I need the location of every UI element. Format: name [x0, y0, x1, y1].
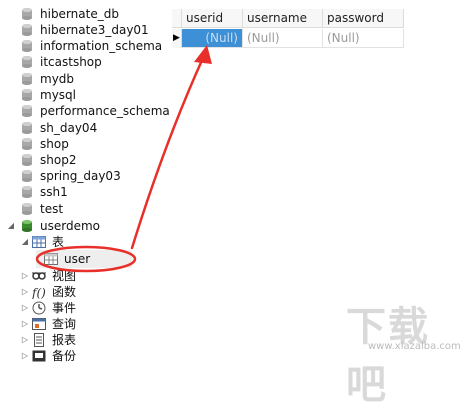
tree-item-label: test [40, 202, 64, 216]
database-icon [20, 104, 34, 118]
database-icon [20, 39, 34, 53]
tree-item-label: 函数 [52, 285, 77, 299]
tree-item-label: 报表 [52, 333, 77, 347]
expand-triangle-icon[interactable]: ▷ [20, 316, 30, 332]
expand-triangle-icon[interactable]: ▷ [20, 268, 30, 284]
grid-cell-password[interactable]: (Null) [323, 29, 404, 48]
database-icon [20, 88, 34, 102]
table-icon [44, 252, 58, 266]
database-icon [20, 169, 34, 183]
grid-cell-username[interactable]: (Null) [243, 29, 323, 48]
tree-item-label: mydb [40, 72, 75, 86]
report-icon [32, 333, 46, 347]
expand-triangle-icon[interactable]: ▷ [20, 300, 30, 316]
tree-item-label: shop2 [40, 153, 77, 167]
watermark-url: www.xiazaiba.com [368, 341, 461, 352]
grid-cell-userid[interactable]: (Null) [182, 29, 243, 48]
database-icon [20, 72, 34, 86]
tree-item-label: 视图 [52, 269, 77, 283]
database-open-icon [20, 219, 34, 233]
database-icon [20, 7, 34, 21]
tree-item-label: 备份 [52, 349, 77, 363]
database-icon [20, 185, 34, 199]
object-tree: hibernate_db hibernate3_day01 informatio… [0, 0, 170, 363]
collapse-triangle-icon[interactable]: ◢ [6, 218, 16, 234]
row-header-corner [172, 9, 182, 28]
backup-icon [32, 349, 46, 363]
tree-item-label: userdemo [40, 219, 100, 233]
expand-triangle-icon[interactable]: ▷ [20, 348, 30, 364]
expand-triangle-icon[interactable]: ▷ [20, 332, 30, 348]
database-icon [20, 121, 34, 135]
column-header-userid[interactable]: userid [182, 9, 243, 28]
database-icon [20, 137, 34, 151]
expand-triangle-icon[interactable]: ▷ [20, 284, 30, 300]
tree-item-label: itcastshop [40, 55, 102, 69]
query-icon [32, 317, 46, 331]
table-group-icon [32, 235, 46, 249]
tree-item-label: information_schema [40, 39, 163, 53]
tree-item-label: mysql [40, 88, 76, 102]
event-icon [32, 301, 46, 315]
watermark: 下载吧 www.xiazaiba.com [338, 292, 470, 408]
tree-item-label: hibernate3_day01 [40, 23, 149, 37]
tree-item-label: hibernate_db [40, 7, 119, 21]
svg-text:f(): f() [32, 286, 46, 299]
tree-item-label: ssh1 [40, 185, 68, 199]
tree-item-label: shop [40, 137, 69, 151]
data-grid: userid username password ▶ (Null) (Null)… [172, 9, 404, 49]
database-icon [20, 23, 34, 37]
tree-item-label: 事件 [52, 301, 77, 315]
database-icon [20, 202, 34, 216]
column-header-username[interactable]: username [243, 9, 323, 28]
tree-item-label: 表 [52, 235, 65, 249]
tree-item-label: spring_day03 [40, 169, 121, 183]
tree-item-label: user [64, 252, 91, 266]
database-icon [20, 153, 34, 167]
function-icon: f() [31, 285, 46, 300]
collapse-triangle-icon[interactable]: ◢ [20, 234, 30, 250]
current-row-indicator-icon[interactable]: ▶ [172, 29, 182, 48]
database-icon [20, 55, 34, 69]
view-icon [32, 269, 46, 283]
tree-item-label: performance_schema [40, 104, 170, 118]
tree-item-label: 查询 [52, 317, 77, 331]
column-header-password[interactable]: password [323, 9, 404, 28]
watermark-title: 下载吧 [346, 303, 430, 408]
tree-item-label: sh_day04 [40, 121, 98, 135]
